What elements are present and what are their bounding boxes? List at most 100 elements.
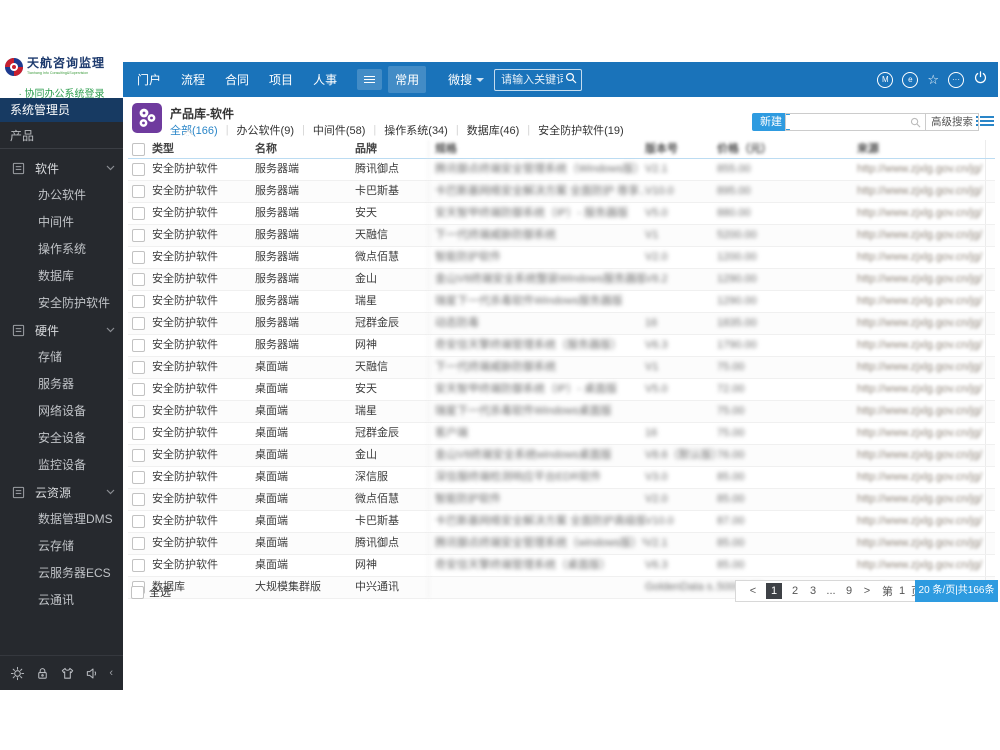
row-checkbox[interactable] bbox=[132, 339, 145, 352]
tab-5[interactable]: 数据库(46) bbox=[467, 122, 520, 138]
cell-source[interactable]: http://www.zjxlg.gov.cn/jg/ bbox=[857, 203, 985, 224]
sidebar-item-2-4[interactable]: 安全设备 bbox=[0, 425, 123, 452]
sidebar-item-3-4[interactable]: 云通讯 bbox=[0, 587, 123, 614]
nav-item-3[interactable]: 合同 bbox=[225, 71, 249, 88]
page-button-...[interactable]: ... bbox=[826, 585, 836, 597]
favorite-star-icon[interactable]: ☆ bbox=[927, 72, 939, 87]
search-icon[interactable] bbox=[565, 71, 577, 89]
table-search-box[interactable] bbox=[785, 113, 925, 131]
row-checkbox[interactable] bbox=[132, 295, 145, 308]
sidebar-item-3-3[interactable]: 云服务器ECS bbox=[0, 560, 123, 587]
sidebar-item-1-5[interactable]: 安全防护软件 bbox=[0, 290, 123, 317]
sidebar-item-2-5[interactable]: 监控设备 bbox=[0, 452, 123, 479]
sidebar-item-1-3[interactable]: 操作系统 bbox=[0, 236, 123, 263]
nav-more-menu-button[interactable] bbox=[357, 69, 383, 90]
row-checkbox[interactable] bbox=[132, 251, 145, 264]
cell-source[interactable]: http://www.zjxlg.gov.cn/jg/ bbox=[857, 467, 985, 488]
prev-page-button[interactable]: < bbox=[748, 585, 758, 597]
nav-item-5[interactable]: 人事 bbox=[313, 71, 337, 88]
sidebar-group-3[interactable]: 云资源 bbox=[0, 479, 123, 506]
cell-source[interactable]: http://www.zjxlg.gov.cn/jg/ bbox=[857, 445, 985, 466]
collapse-left-icon[interactable]: ‹ bbox=[109, 667, 113, 679]
more-icon[interactable]: ··· bbox=[948, 71, 964, 88]
global-search-box[interactable] bbox=[494, 68, 583, 91]
wesearch-dropdown[interactable]: 微搜 bbox=[448, 71, 485, 88]
sidebar-item-1-1[interactable]: 办公软件 bbox=[0, 182, 123, 209]
row-checkbox[interactable] bbox=[132, 317, 145, 330]
page-button-3[interactable]: 3 bbox=[808, 585, 818, 597]
cell-source[interactable]: http://www.zjxlg.gov.cn/jg/ bbox=[857, 555, 985, 576]
sidebar-item-3-1[interactable]: 数据管理DMS bbox=[0, 506, 123, 533]
select-all[interactable]: 全选 bbox=[131, 584, 171, 600]
cell-source[interactable]: http://www.zjxlg.gov.cn/jg/ bbox=[857, 533, 985, 554]
nav-item-changyong[interactable]: 常用 bbox=[388, 66, 427, 93]
shirt-icon[interactable] bbox=[60, 666, 75, 681]
sidebar-item-2-3[interactable]: 网络设备 bbox=[0, 398, 123, 425]
row-checkbox[interactable] bbox=[132, 207, 145, 220]
cell-source[interactable]: http://www.zjxlg.gov.cn/jg/ bbox=[857, 379, 985, 400]
row-checkbox[interactable] bbox=[132, 537, 145, 550]
sidebar-section-product[interactable]: 产品 bbox=[0, 122, 123, 149]
sidebar-group-1[interactable]: 软件 bbox=[0, 155, 123, 182]
row-checkbox[interactable] bbox=[132, 163, 145, 176]
sidebar-role-label[interactable]: 系统管理员 bbox=[0, 98, 123, 122]
m-badge-icon[interactable]: M bbox=[877, 71, 894, 88]
tab-6[interactable]: 安全防护软件(19) bbox=[538, 122, 624, 138]
cell-source[interactable]: http://www.zjxlg.gov.cn/jg/ bbox=[857, 489, 985, 510]
sidebar-item-1-4[interactable]: 数据库 bbox=[0, 263, 123, 290]
cell-source[interactable]: http://www.zjxlg.gov.cn/jg/ bbox=[857, 335, 985, 356]
row-checkbox[interactable] bbox=[132, 405, 145, 418]
tab-3[interactable]: 中间件(58) bbox=[313, 122, 366, 138]
page-button-1[interactable]: 1 bbox=[766, 583, 782, 599]
cell-source[interactable]: http://www.zjxlg.gov.cn/jg/ bbox=[857, 357, 985, 378]
page-size-button[interactable]: 20 条/页|共166条 bbox=[915, 580, 998, 602]
cell-source[interactable]: http://www.zjxlg.gov.cn/jg/ bbox=[857, 511, 985, 532]
sidebar-item-1-2[interactable]: 中间件 bbox=[0, 209, 123, 236]
cell-source[interactable]: http://www.zjxlg.gov.cn/jg/ bbox=[857, 291, 985, 312]
row-checkbox[interactable] bbox=[132, 471, 145, 484]
select-all-checkbox[interactable] bbox=[131, 585, 144, 599]
next-page-button[interactable]: > bbox=[862, 585, 872, 597]
lock-icon[interactable] bbox=[35, 666, 50, 681]
tab-2[interactable]: 办公软件(9) bbox=[237, 122, 294, 138]
global-search-input[interactable] bbox=[499, 72, 566, 87]
power-icon[interactable] bbox=[973, 70, 988, 90]
sidebar-item-2-2[interactable]: 服务器 bbox=[0, 371, 123, 398]
page-button-2[interactable]: 2 bbox=[790, 585, 800, 597]
row-checkbox[interactable] bbox=[132, 449, 145, 462]
reply-icon[interactable]: e bbox=[902, 71, 919, 88]
cell-source[interactable]: http://www.zjxlg.gov.cn/jg/ bbox=[857, 247, 985, 268]
row-checkbox[interactable] bbox=[132, 515, 145, 528]
cell-source[interactable]: http://www.zjxlg.gov.cn/jg/ bbox=[857, 269, 985, 290]
nav-item-1[interactable]: 门户 bbox=[137, 71, 161, 88]
row-checkbox[interactable] bbox=[132, 361, 145, 374]
tab-1[interactable]: 全部(166) bbox=[170, 122, 218, 138]
cell-source[interactable]: http://www.zjxlg.gov.cn/jg/ bbox=[857, 225, 985, 246]
cell-source[interactable]: http://www.zjxlg.gov.cn/jg/ bbox=[857, 159, 985, 180]
row-checkbox[interactable] bbox=[132, 383, 145, 396]
jump-page-value[interactable]: 1 bbox=[897, 585, 907, 597]
row-checkbox[interactable] bbox=[132, 273, 145, 286]
advanced-search-button[interactable]: 高级搜索 bbox=[925, 113, 979, 131]
sidebar-group-2[interactable]: 硬件 bbox=[0, 317, 123, 344]
cell-source[interactable]: http://www.zjxlg.gov.cn/jg/ bbox=[857, 423, 985, 444]
volume-icon[interactable] bbox=[85, 666, 100, 681]
cell-source[interactable]: http://www.zjxlg.gov.cn/jg/ bbox=[857, 401, 985, 422]
row-checkbox[interactable] bbox=[132, 493, 145, 506]
list-view-icon[interactable] bbox=[976, 114, 994, 128]
cell-source[interactable]: http://www.zjxlg.gov.cn/jg/ bbox=[857, 313, 985, 334]
nav-item-2[interactable]: 流程 bbox=[181, 71, 205, 88]
table-search-input[interactable] bbox=[786, 115, 910, 129]
tab-4[interactable]: 操作系统(34) bbox=[384, 122, 448, 138]
row-checkbox[interactable] bbox=[132, 427, 145, 440]
page-button-9[interactable]: 9 bbox=[844, 585, 854, 597]
header-checkbox[interactable] bbox=[132, 142, 145, 156]
row-checkbox[interactable] bbox=[132, 559, 145, 572]
row-checkbox[interactable] bbox=[132, 185, 145, 198]
sidebar-item-3-2[interactable]: 云存储 bbox=[0, 533, 123, 560]
gear-icon[interactable] bbox=[10, 666, 25, 681]
nav-item-4[interactable]: 项目 bbox=[269, 71, 293, 88]
cell-source[interactable]: http://www.zjxlg.gov.cn/jg/ bbox=[857, 181, 985, 202]
row-checkbox[interactable] bbox=[132, 229, 145, 242]
sidebar-item-2-1[interactable]: 存储 bbox=[0, 344, 123, 371]
